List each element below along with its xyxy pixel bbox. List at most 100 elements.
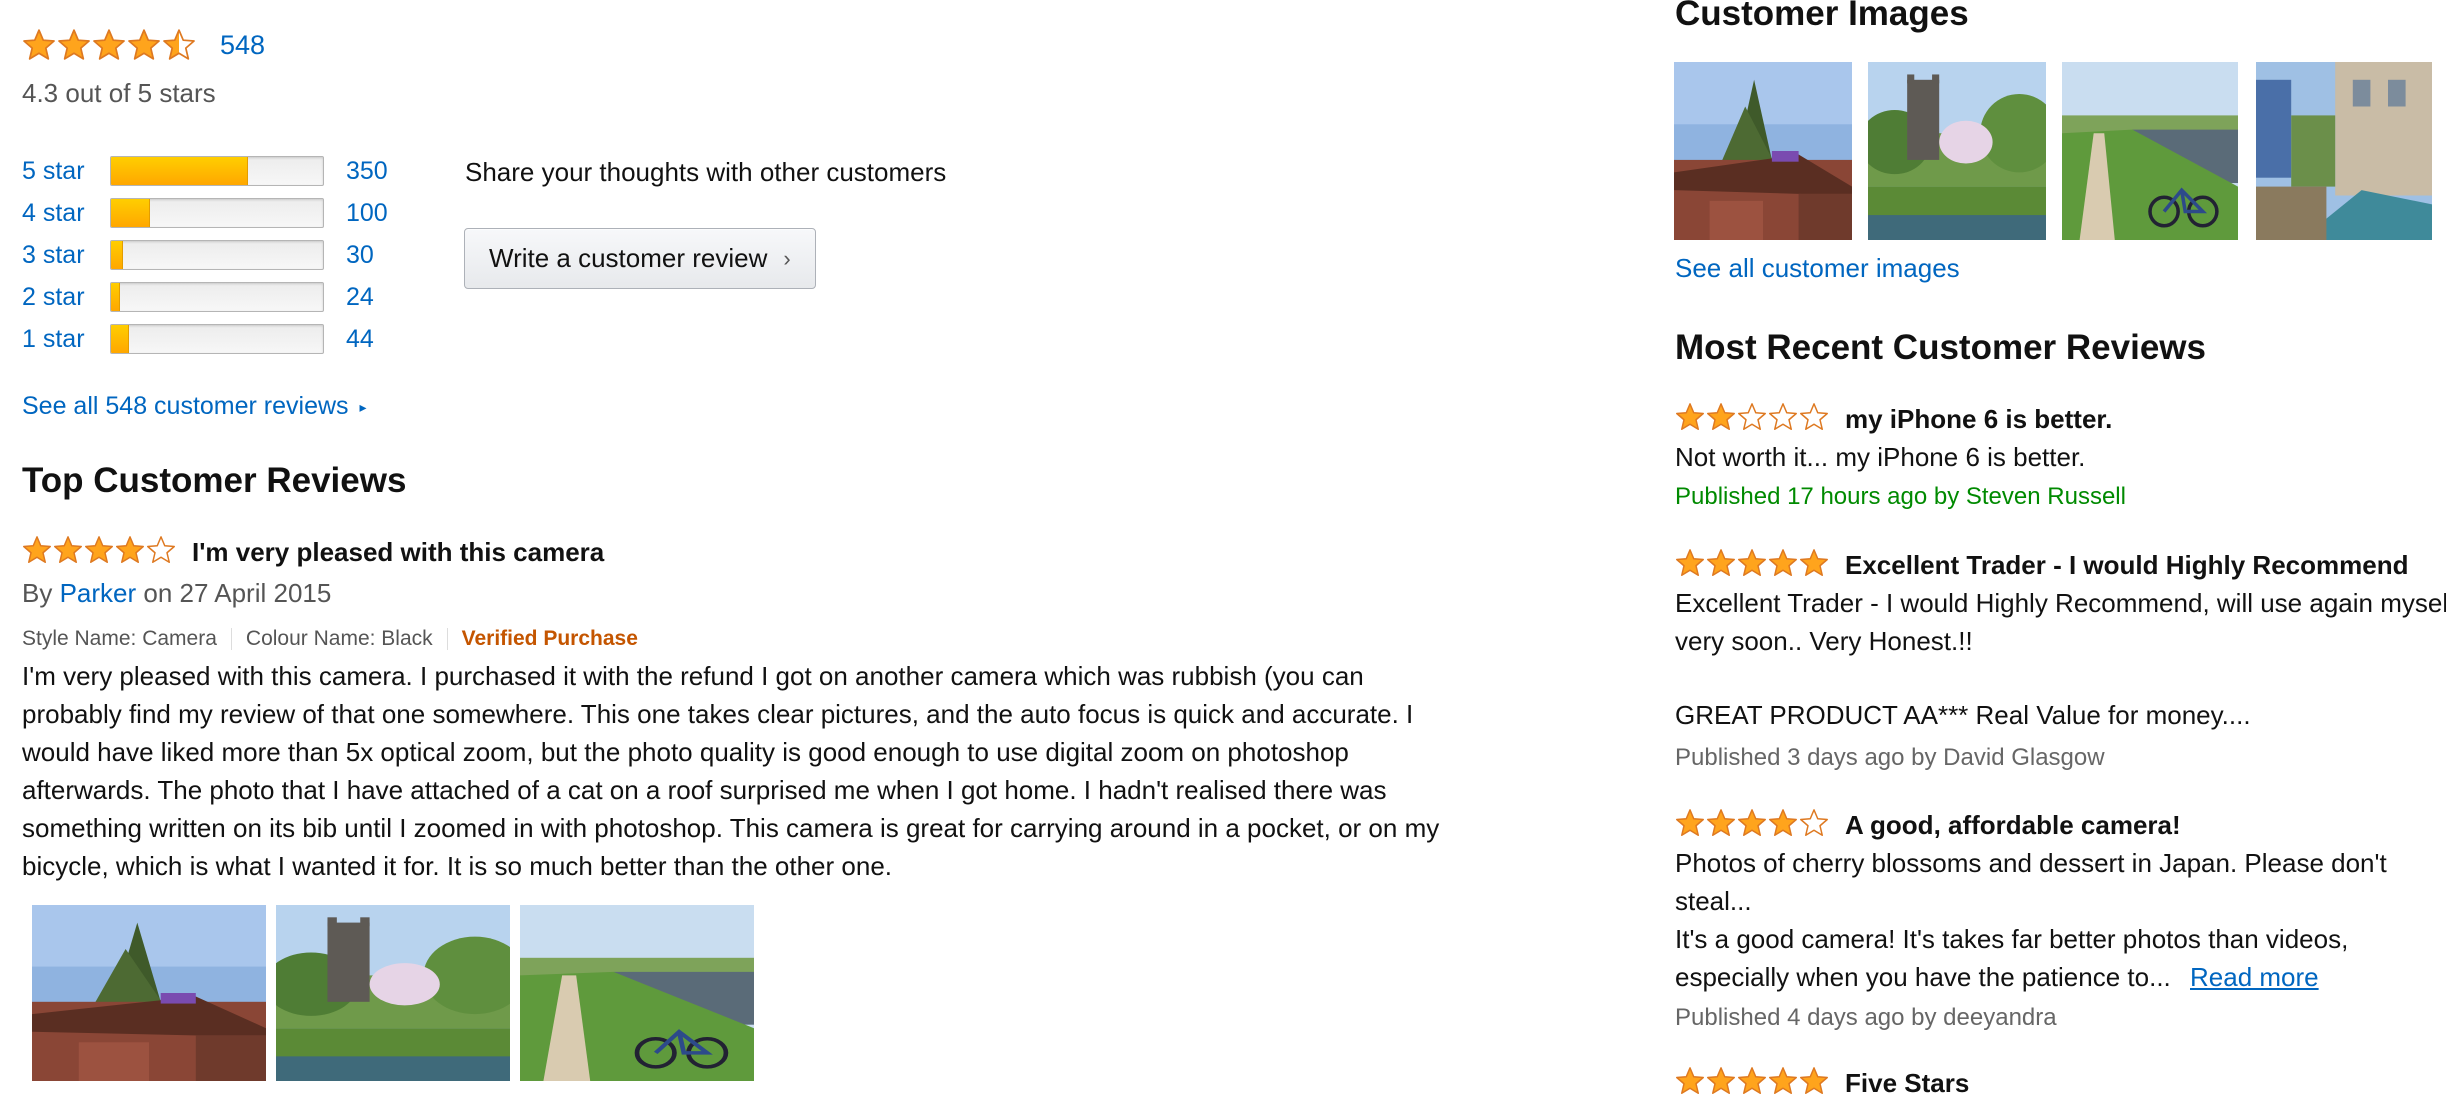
- share-prompt: Share your thoughts with other customers: [465, 157, 947, 187]
- review-line-text: especially when you have the patience to…: [1675, 962, 2171, 992]
- histogram-fill: [111, 241, 123, 269]
- review-line: bicycle, which is what I wanted it for. …: [22, 851, 892, 881]
- star-icon: [1799, 809, 1829, 836]
- histogram-bar[interactable]: [110, 198, 324, 228]
- star-icon: [1737, 1067, 1767, 1094]
- shed-photo: [32, 905, 266, 1081]
- histogram-count[interactable]: 30: [346, 241, 374, 270]
- recent-review-body: Photos of cherry blossoms and dessert in…: [1675, 844, 2387, 996]
- review-line: would have liked more than 5x optical zo…: [22, 737, 1349, 767]
- histogram-fill: [111, 283, 121, 311]
- star-icon: [115, 536, 145, 563]
- chevron-right-icon: ›: [783, 245, 791, 271]
- star-icon: [1768, 549, 1798, 576]
- author-link[interactable]: Parker: [60, 578, 137, 608]
- review-line: probably find my review of that one some…: [22, 699, 1414, 729]
- histogram-row-4[interactable]: 4 star 100: [22, 198, 388, 228]
- star-icon: [1737, 809, 1767, 836]
- review-line: Excellent Trader - I would Highly Recomm…: [1675, 588, 2446, 618]
- see-all-reviews-label: See all 548 customer reviews: [22, 392, 349, 420]
- star-icon: [1768, 809, 1798, 836]
- recent-review-stars: [1675, 402, 1829, 432]
- colour-attribute: Colour Name: Black: [245, 627, 433, 650]
- star-icon: [22, 536, 52, 563]
- caret-right-icon: ▸: [359, 398, 367, 415]
- review-title[interactable]: I'm very pleased with this camera: [192, 537, 604, 568]
- histogram-row-2[interactable]: 2 star 24: [22, 282, 374, 312]
- review-line: GREAT PRODUCT AA*** Real Value for money…: [1675, 700, 2251, 730]
- recent-review-title[interactable]: Five Stars: [1845, 1068, 1969, 1099]
- histogram-bar[interactable]: [110, 282, 324, 312]
- histogram-bar[interactable]: [110, 324, 324, 354]
- star-icon: [128, 29, 160, 60]
- histogram-count[interactable]: 350: [346, 157, 388, 186]
- star-icon: [1706, 1067, 1736, 1094]
- histogram-bar[interactable]: [110, 156, 324, 186]
- review-body: I'm very pleased with this camera. I pur…: [22, 657, 1439, 885]
- star-rating-icon: [1675, 402, 1829, 432]
- histogram-label[interactable]: 3 star: [22, 241, 110, 270]
- church-photo: [276, 905, 510, 1081]
- recent-review-title[interactable]: A good, affordable camera!: [1845, 810, 2181, 841]
- by-prefix: By: [22, 578, 53, 608]
- see-all-reviews-link[interactable]: See all 548 customer reviews ▸: [22, 392, 367, 421]
- star-icon: [146, 536, 176, 563]
- river-bicycle-photo: [2062, 62, 2238, 240]
- write-review-button[interactable]: Write a customer review ›: [464, 228, 816, 289]
- star-icon: [1799, 403, 1829, 430]
- review-stars: [22, 535, 176, 565]
- read-more-link[interactable]: Read more: [2190, 962, 2319, 992]
- histogram-label[interactable]: 1 star: [22, 325, 110, 354]
- shed-photo: [1674, 62, 1852, 240]
- review-image-shed[interactable]: [32, 905, 266, 1081]
- histogram-fill: [111, 325, 129, 353]
- recent-review-title[interactable]: my iPhone 6 is better.: [1845, 404, 2112, 435]
- recent-review-stars: [1675, 808, 1829, 838]
- star-icon: [1675, 549, 1705, 576]
- star-icon: [1706, 403, 1736, 430]
- average-rating-stars[interactable]: [22, 28, 196, 62]
- histogram-row-5[interactable]: 5 star 350: [22, 156, 388, 186]
- histogram-bar[interactable]: [110, 240, 324, 270]
- style-attribute: Style Name: Camera: [22, 627, 217, 650]
- histogram-count[interactable]: 100: [346, 199, 388, 228]
- review-image-river[interactable]: [520, 905, 754, 1081]
- customer-image-2[interactable]: [1868, 62, 2046, 240]
- review-line: something written on its bib until I zoo…: [22, 813, 1440, 843]
- star-icon: [1768, 403, 1798, 430]
- rating-count-link[interactable]: 548: [220, 30, 265, 61]
- recent-review-title[interactable]: Excellent Trader - I would Highly Recomm…: [1845, 550, 2408, 581]
- star-icon: [58, 29, 90, 60]
- star-icon: [53, 536, 83, 563]
- histogram-count[interactable]: 24: [346, 283, 374, 312]
- verified-purchase-badge: Verified Purchase: [461, 627, 638, 650]
- histogram-fill: [111, 157, 248, 185]
- histogram-count[interactable]: 44: [346, 325, 374, 354]
- church-photo: [1868, 62, 2046, 240]
- customer-image-3[interactable]: [2062, 62, 2238, 240]
- see-all-customer-images-link[interactable]: See all customer images: [1675, 253, 1960, 284]
- customer-image-4[interactable]: [2256, 62, 2432, 240]
- histogram-row-3[interactable]: 3 star 30: [22, 240, 374, 270]
- recent-review-published: Published 4 days ago by deeyandra: [1675, 1004, 2057, 1031]
- histogram-row-1[interactable]: 1 star 44: [22, 324, 374, 354]
- review-line: Photos of cherry blossoms and dessert in…: [1675, 848, 2387, 878]
- histogram-label[interactable]: 4 star: [22, 199, 110, 228]
- customer-images-heading: Customer Images: [1675, 0, 1969, 33]
- histogram-label[interactable]: 2 star: [22, 283, 110, 312]
- star-icon: [1706, 549, 1736, 576]
- river-bicycle-photo: [520, 905, 754, 1081]
- review-line: afterwards. The photo that I have attach…: [22, 775, 1387, 805]
- customer-image-1[interactable]: [1674, 62, 1852, 240]
- separator: [446, 628, 448, 651]
- histogram-label[interactable]: 5 star: [22, 157, 110, 186]
- review-image-church[interactable]: [276, 905, 510, 1081]
- review-line: [1675, 660, 2446, 696]
- star-rating-icon: [1675, 808, 1829, 838]
- write-review-label: Write a customer review: [489, 243, 768, 273]
- review-line: very soon.. Very Honest.!!: [1675, 626, 1973, 656]
- rating-summary-text: 4.3 out of 5 stars: [22, 78, 216, 108]
- star-icon: [84, 536, 114, 563]
- star-icon: [1675, 809, 1705, 836]
- recent-review-stars: [1675, 1066, 1829, 1096]
